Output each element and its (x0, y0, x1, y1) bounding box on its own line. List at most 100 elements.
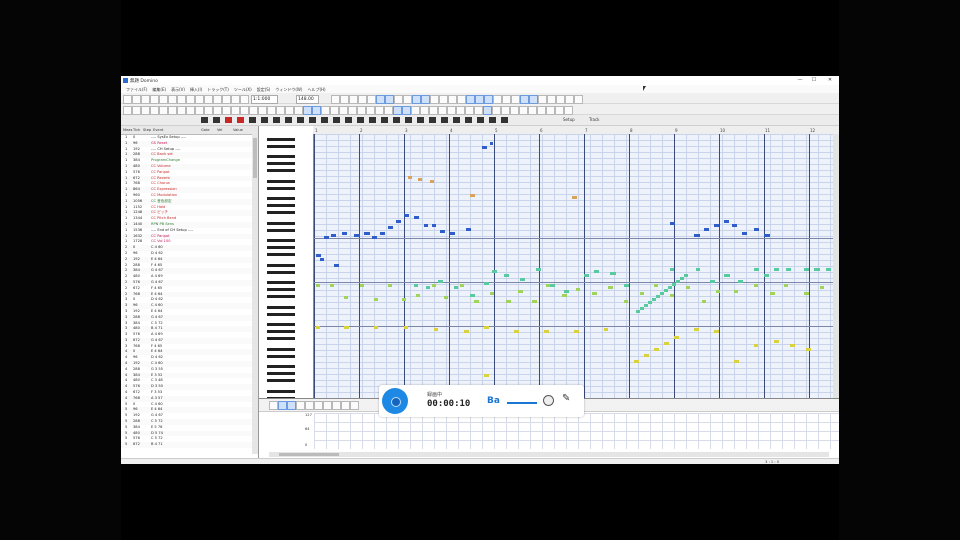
track-chip[interactable] (321, 117, 328, 123)
note-block[interactable] (450, 232, 455, 235)
toolbar-button-icon[interactable] (555, 105, 564, 115)
note-block[interactable] (774, 268, 779, 271)
black-key[interactable] (267, 323, 295, 326)
note-block[interactable] (610, 272, 616, 275)
note-block[interactable] (734, 290, 738, 293)
track-chip[interactable] (405, 117, 412, 123)
note-block[interactable] (732, 224, 737, 227)
note-block[interactable] (504, 274, 509, 277)
toolbar-button-icon[interactable] (341, 400, 350, 410)
track-chip[interactable] (369, 117, 376, 123)
note-block[interactable] (806, 348, 811, 351)
toolbar-button-icon[interactable] (330, 105, 339, 115)
black-key[interactable] (267, 263, 295, 267)
note-block[interactable] (331, 234, 336, 237)
toolbar-button-icon[interactable] (132, 105, 141, 115)
black-key[interactable] (267, 270, 295, 274)
note-block[interactable] (724, 220, 729, 223)
position-field[interactable]: 1:1:000 (251, 94, 278, 104)
menu-item[interactable]: ファイル(F) (126, 87, 147, 93)
record-stop-button[interactable] (382, 388, 408, 414)
toolbar-button-icon[interactable] (314, 400, 323, 410)
toolbar-button-icon[interactable] (357, 105, 366, 115)
note-block[interactable] (670, 222, 675, 225)
note-block[interactable] (676, 280, 680, 283)
toolbar-button-icon[interactable] (195, 105, 204, 115)
note-block[interactable] (396, 220, 401, 223)
toolbar-button-icon[interactable] (484, 94, 493, 104)
toolbar-button-icon[interactable] (385, 94, 394, 104)
menu-item[interactable]: 表示(V) (171, 87, 185, 93)
toolbar-button-icon[interactable] (502, 94, 511, 104)
track-chip[interactable] (465, 117, 472, 123)
toolbar-button-icon[interactable] (493, 94, 502, 104)
volume-slider[interactable] (507, 402, 537, 404)
note-block[interactable] (454, 286, 458, 289)
toolbar-button-icon[interactable] (240, 94, 249, 104)
toolbar-button-icon[interactable] (296, 400, 305, 410)
note-block[interactable] (334, 264, 339, 267)
toolbar-button-icon[interactable] (231, 94, 240, 104)
note-block[interactable] (574, 330, 579, 333)
note-block[interactable] (432, 284, 436, 287)
note-block[interactable] (704, 228, 709, 231)
toolbar-button-icon[interactable] (447, 105, 456, 115)
black-key[interactable] (267, 144, 295, 148)
black-key[interactable] (267, 354, 295, 358)
toolbar-button-icon[interactable] (366, 105, 375, 115)
toolbar-button-icon[interactable] (483, 105, 492, 115)
note-block[interactable] (374, 326, 378, 329)
toolbar-button-icon[interactable] (556, 94, 565, 104)
note-block[interactable] (742, 232, 747, 235)
note-block[interactable] (484, 326, 489, 329)
toolbar-button-icon[interactable] (258, 105, 267, 115)
track-chip[interactable] (429, 117, 436, 123)
black-key[interactable] (267, 288, 295, 291)
piano-roll[interactable]: 1 2 3 4 5 6 7 8 9 10 11 12 (259, 126, 839, 398)
note-block[interactable] (814, 268, 820, 271)
toolbar-button-icon[interactable] (384, 105, 393, 115)
toolbar-button-icon[interactable] (438, 105, 447, 115)
toolbar-button-icon[interactable] (528, 105, 537, 115)
note-block[interactable] (432, 224, 436, 227)
note-block[interactable] (714, 330, 719, 333)
toolbar-button-icon[interactable] (456, 105, 465, 115)
note-block[interactable] (604, 328, 608, 331)
toolbar-button-icon[interactable] (367, 94, 376, 104)
note-block[interactable] (440, 230, 445, 233)
note-block[interactable] (354, 234, 360, 237)
toolbar-button-icon[interactable] (321, 105, 330, 115)
column-header[interactable]: Step (143, 128, 151, 132)
note-block[interactable] (464, 330, 469, 333)
toolbar-button-icon[interactable] (231, 105, 240, 115)
note-block[interactable] (754, 344, 758, 347)
note-block[interactable] (624, 284, 629, 287)
toolbar-button-icon[interactable] (511, 94, 520, 104)
toolbar-button-icon[interactable] (421, 94, 430, 104)
note-block[interactable] (774, 340, 779, 343)
track-chip[interactable] (381, 117, 388, 123)
toolbar-button-icon[interactable] (465, 105, 474, 115)
note-block[interactable] (360, 284, 364, 287)
track-chip[interactable] (345, 117, 352, 123)
note-block[interactable] (608, 286, 613, 289)
toolbar-button-icon[interactable] (249, 105, 258, 115)
note-block[interactable] (644, 304, 648, 307)
toolbar-button-icon[interactable] (123, 105, 132, 115)
toolbar-button-icon[interactable] (123, 94, 132, 104)
note-block[interactable] (572, 196, 577, 199)
note-block[interactable] (648, 301, 652, 304)
note-block[interactable] (364, 232, 370, 235)
note-grid[interactable] (314, 134, 839, 398)
note-block[interactable] (316, 326, 320, 329)
black-key[interactable] (267, 221, 295, 225)
note-block[interactable] (576, 288, 580, 291)
note-block[interactable] (416, 294, 420, 297)
note-block[interactable] (514, 330, 519, 333)
toolbar-button-icon[interactable] (159, 94, 168, 104)
track-tab[interactable]: Track (589, 117, 599, 122)
black-key[interactable] (267, 155, 295, 158)
toolbar-button-icon[interactable] (393, 105, 402, 115)
note-block[interactable] (434, 328, 438, 331)
track-chip[interactable] (261, 117, 268, 123)
